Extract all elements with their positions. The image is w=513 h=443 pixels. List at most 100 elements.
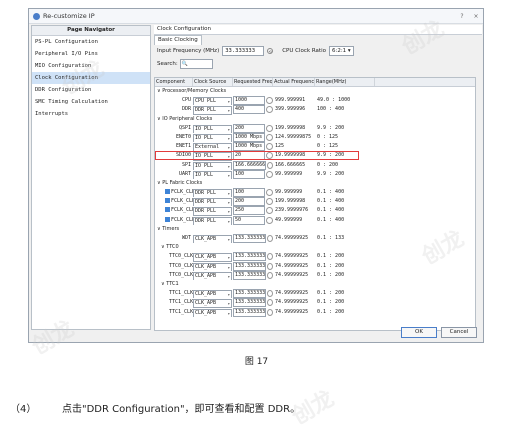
clock-source-value: CPU PLL [195, 98, 217, 105]
clock-source-select[interactable]: CLK_APB [193, 308, 232, 317]
group-name: Processor/Memory Clocks [162, 88, 227, 94]
clock-source-select[interactable]: External [193, 143, 232, 152]
range-cell: 0.1 : 200 [317, 308, 345, 315]
search-input[interactable]: 🔍 [179, 59, 213, 69]
enable-checkbox[interactable] [165, 198, 170, 204]
table-row: ENET1 External 1000 Mbps 125 0 : 125 [155, 142, 475, 152]
clock-source-select[interactable]: IO PLL [193, 124, 232, 133]
requested-frequency-input[interactable]: 133.333333 [233, 252, 266, 262]
enable-checkbox[interactable] [165, 216, 170, 222]
group-label[interactable]: ∨ Processor/Memory Clocks [155, 87, 226, 96]
requested-cell: 133.333333 [233, 234, 273, 243]
reset-icon[interactable] [266, 216, 273, 224]
reset-icon[interactable] [266, 143, 273, 151]
requested-frequency-input[interactable]: 400 [233, 105, 266, 115]
cpu-clock-ratio-select[interactable]: 6:2:1 ▾ [328, 46, 354, 56]
clock-source-value: IO PLL [195, 171, 214, 178]
range-cell: 9.9 : 200 [317, 170, 345, 177]
table-row: SDIO0IO PLL2019.99999989.9 : 200 [155, 151, 475, 161]
reset-icon[interactable] [266, 106, 273, 114]
group-label[interactable]: ∨ TTC1 [155, 280, 179, 289]
clock-source-select[interactable]: DDR PLL [193, 198, 232, 207]
range-cell: 0.1 : 133 [317, 235, 345, 241]
nav-item[interactable]: Interrupts [32, 108, 150, 120]
clock-source-select[interactable]: CLK_APB [193, 262, 232, 271]
reset-icon[interactable] [266, 133, 273, 141]
clock-source-select[interactable]: CLK_APB [193, 290, 232, 299]
clock-source-select[interactable]: DDR PLL [193, 189, 232, 198]
component-cell: FCLK_CLK1 [155, 197, 193, 206]
component-cell: TTC1_CLK1 [155, 298, 193, 307]
reset-icon[interactable] [266, 198, 273, 206]
requested-cell: 1000 [233, 96, 273, 106]
cancel-button[interactable]: Cancel [441, 327, 477, 338]
clock-source-cell: CLK_APB [193, 289, 233, 299]
help-button[interactable]: ? [455, 13, 469, 20]
clock-source-value: CLK_APB [195, 236, 217, 242]
enable-checkbox[interactable] [165, 189, 170, 195]
requested-cell: 133.333333 [233, 261, 273, 271]
reset-icon[interactable] [266, 124, 273, 132]
requested-frequency-input[interactable]: 166.666666 [233, 160, 266, 170]
requested-frequency-input[interactable]: 50 [233, 215, 266, 225]
clock-source-select[interactable]: CPU PLL [193, 97, 232, 106]
requested-frequency-input[interactable]: 100 [233, 169, 266, 179]
clock-source-select[interactable]: IO PLL [193, 161, 232, 170]
actual-frequency-cell: 74.99999925 [275, 308, 309, 315]
clock-source-select[interactable]: CLK_APB [193, 235, 232, 244]
clock-source-cell: CLK_APB [193, 308, 233, 317]
group-label[interactable]: ∨ TTC0 [155, 243, 179, 252]
requested-frequency-input[interactable]: 133.333333 [233, 307, 266, 317]
component-cell: UART [155, 170, 193, 179]
group-row: ∨ Processor/Memory Clocks [155, 87, 475, 96]
requested-frequency-input[interactable]: 133.333333 [233, 261, 266, 271]
component-name: SPI [181, 161, 191, 168]
requested-frequency-input[interactable]: 200 [233, 197, 266, 207]
clock-source-select[interactable]: DDR PLL [193, 106, 232, 115]
group-label[interactable]: ∨ Timers [155, 225, 179, 234]
requested-frequency-input[interactable]: 133.333333 [233, 298, 266, 308]
requested-cell: 400 [233, 105, 273, 115]
requested-frequency-input[interactable]: 250 [233, 206, 266, 216]
requested-frequency-input[interactable]: 200 [233, 123, 266, 133]
nav-item[interactable]: PS-PL Configuration [32, 36, 150, 48]
actual-frequency-cell: 99.999999 [275, 170, 303, 177]
reset-icon[interactable]: ⟲ [267, 48, 274, 54]
reset-icon[interactable] [266, 207, 273, 215]
enable-checkbox[interactable] [165, 207, 170, 213]
component-name: FCLK_CLK3 [171, 216, 193, 223]
requested-frequency-input[interactable]: 1000 Mbps [233, 132, 266, 142]
requested-frequency-input[interactable]: 1000 [233, 96, 266, 106]
requested-frequency-input[interactable]: 133.333333 [233, 234, 266, 243]
table-row: TTC0_CLK2CLK_APB 133.333333 74.99999925 0.1… [155, 270, 475, 280]
reset-icon[interactable] [266, 170, 273, 178]
group-label[interactable]: ∨ IO Peripheral Clocks [155, 115, 212, 124]
window-title: Re-customize IP [43, 12, 95, 20]
clock-source-select[interactable]: DDR PLL [193, 216, 232, 225]
table-row: CPU CPU PLL 1000 999.999991 49.0 : 1000 [155, 96, 475, 106]
group-label[interactable]: ∨ PL Fabric Clocks [155, 179, 202, 188]
clock-source-select[interactable]: CLK_APB [193, 253, 232, 262]
clock-source-value: CLK_APB [195, 272, 217, 279]
clock-source-select[interactable]: IO PLL [193, 133, 232, 143]
requested-frequency-input[interactable]: 133.333333 [233, 270, 266, 280]
ok-button[interactable]: OK [401, 327, 437, 338]
requested-frequency-input[interactable]: 1000 Mbps [233, 142, 266, 152]
requested-cell: 50 [233, 215, 273, 225]
clock-source-select[interactable]: CLK_APB [193, 299, 232, 308]
requested-frequency-input[interactable]: 133.333333 [233, 289, 266, 299]
reset-icon[interactable] [266, 189, 273, 197]
clock-source-select[interactable]: IO PLL [193, 170, 232, 179]
clock-source-select[interactable]: CLK_APB [193, 271, 232, 280]
tab-basic-clocking[interactable]: Basic Clocking [154, 35, 202, 45]
close-button[interactable]: × [469, 13, 483, 20]
range-cell: 0.1 : 200 [317, 262, 345, 269]
requested-frequency-input[interactable]: 100 [233, 188, 266, 198]
nav-item[interactable]: SMC Timing Calculation [32, 96, 150, 108]
clock-source-select[interactable]: DDR PLL [193, 207, 232, 216]
actual-frequency-cell: 166.666665 [275, 161, 306, 168]
clock-source-cell: IO PLL [193, 133, 233, 143]
range-cell: 0.1 : 400 [317, 198, 345, 205]
reset-icon[interactable] [266, 97, 273, 105]
input-frequency-field[interactable]: 33.333333 [222, 46, 265, 56]
